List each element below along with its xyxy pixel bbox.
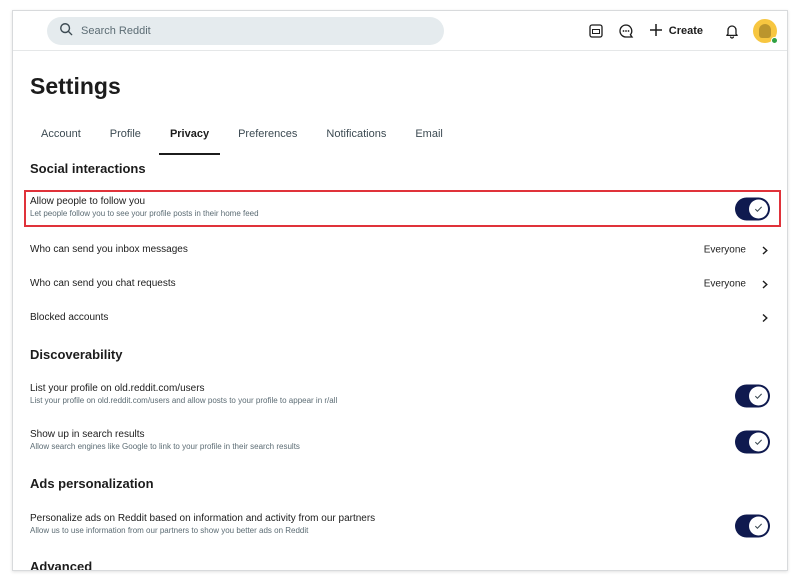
section-title-ads: Ads personalization [30, 476, 154, 491]
chat-icon[interactable] [615, 20, 637, 42]
scrollbar[interactable] [783, 51, 787, 570]
page-title: Settings [30, 73, 121, 99]
checkmark-icon [754, 523, 763, 530]
advertise-icon[interactable] [585, 20, 607, 42]
online-status-dot [771, 37, 778, 44]
old-reddit-row[interactable]: List your profile on old.reddit.com/user… [30, 383, 770, 409]
search-input[interactable] [81, 25, 421, 37]
search-results-title: Show up in search results [30, 429, 145, 440]
create-label: Create [668, 25, 703, 37]
checkmark-icon [754, 206, 763, 213]
old-reddit-toggle[interactable] [735, 384, 770, 408]
header-actions: Create [577, 11, 778, 51]
avatar[interactable] [753, 19, 778, 44]
blocked-accounts-title: Blocked accounts [30, 312, 109, 323]
checkmark-icon [754, 393, 763, 400]
follow-toggle[interactable] [735, 197, 770, 221]
avatar-figure [759, 24, 771, 38]
browser-window: Create Settings Account Profile Privacy … [12, 10, 788, 571]
ads-partners-row[interactable]: Personalize ads on Reddit based on infor… [30, 513, 770, 539]
section-title-advanced: Advanced [30, 559, 93, 571]
chat-requests-title: Who can send you chat requests [30, 278, 176, 289]
inbox-messages-value: Everyone [703, 244, 746, 256]
chat-requests-value: Everyone [703, 278, 746, 290]
ads-partners-title: Personalize ads on Reddit based on infor… [30, 513, 376, 524]
search-results-row[interactable]: Show up in search results Allow search e… [30, 429, 770, 455]
checkmark-icon [754, 439, 763, 446]
section-title-discoverability: Discoverability [30, 347, 123, 362]
settings-tabs: Account Profile Privacy Preferences Noti… [30, 126, 461, 155]
bell-icon[interactable] [721, 20, 743, 42]
chevron-right-icon [760, 279, 770, 289]
tab-email[interactable]: Email [404, 126, 454, 148]
search-icon [59, 22, 73, 41]
tab-privacy[interactable]: Privacy [158, 126, 221, 155]
section-title-social: Social interactions [30, 161, 146, 176]
blocked-accounts-row[interactable]: Blocked accounts [30, 308, 770, 328]
chat-requests-row[interactable]: Who can send you chat requests Everyone [30, 274, 770, 294]
search-results-toggle[interactable] [735, 430, 770, 454]
search-results-subtitle: Allow search engines like Google to link… [30, 442, 300, 451]
old-reddit-subtitle: List your profile on old.reddit.com/user… [30, 396, 338, 405]
tab-profile[interactable]: Profile [99, 126, 152, 148]
follow-setting-title: Allow people to follow you [30, 196, 146, 207]
ads-partners-toggle[interactable] [735, 514, 770, 538]
follow-setting-row[interactable]: Allow people to follow you Let people fo… [30, 196, 770, 222]
ads-partners-subtitle: Allow us to use information from our par… [30, 526, 309, 535]
top-bar: Create [13, 11, 787, 51]
search-bar[interactable] [47, 17, 444, 45]
tab-preferences[interactable]: Preferences [227, 126, 308, 148]
plus-icon [649, 23, 663, 40]
inbox-messages-title: Who can send you inbox messages [30, 244, 188, 255]
tab-account[interactable]: Account [30, 126, 92, 148]
old-reddit-title: List your profile on old.reddit.com/user… [30, 383, 205, 394]
create-button[interactable]: Create [649, 23, 703, 40]
inbox-messages-row[interactable]: Who can send you inbox messages Everyone [30, 240, 770, 260]
chevron-right-icon [760, 313, 770, 323]
chevron-right-icon [760, 245, 770, 255]
tab-notifications[interactable]: Notifications [315, 126, 397, 148]
follow-setting-subtitle: Let people follow you to see your profil… [30, 209, 259, 218]
